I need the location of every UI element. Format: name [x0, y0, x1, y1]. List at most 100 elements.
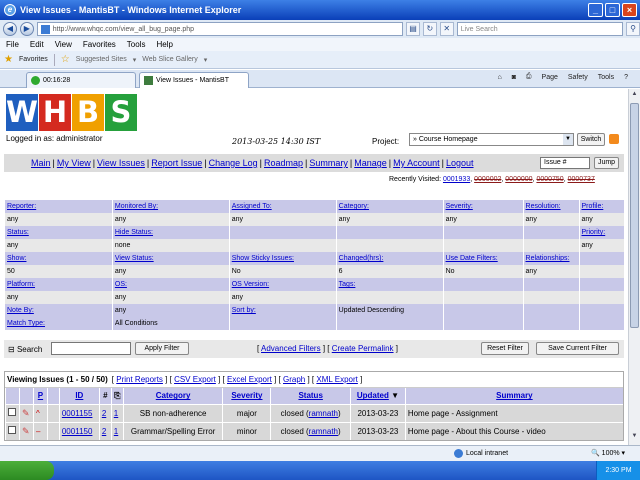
filter-note-by[interactable]: Note By: — [7, 307, 34, 314]
menu-file[interactable]: File — [6, 40, 19, 49]
filter-match-type[interactable]: Match Type: — [7, 320, 45, 327]
row-checkbox[interactable] — [8, 426, 16, 435]
whbs-logo[interactable]: W H B S — [6, 94, 138, 131]
issue-notes-count[interactable]: 2 — [102, 427, 106, 436]
menu-manage[interactable]: Manage — [354, 158, 387, 168]
security-zone[interactable]: Local intranet — [454, 449, 508, 458]
filter-sort-by[interactable]: Sort by: — [232, 307, 256, 314]
filter-os[interactable]: OS: — [115, 281, 127, 288]
col-status[interactable]: Status — [298, 391, 322, 400]
csv-export-link[interactable]: CSV Export — [174, 375, 216, 384]
menu-tools[interactable]: Tools — [127, 40, 146, 49]
issue-number-input[interactable]: Issue # — [540, 157, 590, 169]
add-favorite-icon[interactable]: ☆ — [61, 54, 70, 65]
menu-my-account[interactable]: My Account — [393, 158, 440, 168]
menu-logout[interactable]: Logout — [446, 158, 474, 168]
dropdown-icon[interactable]: ▾ — [204, 56, 208, 64]
system-tray-clock[interactable]: 2:30 PM — [596, 461, 640, 480]
recent-issue-link[interactable]: 0001933 — [443, 176, 470, 183]
print-reports-link[interactable]: Print Reports — [116, 375, 163, 384]
favorites-star-icon[interactable]: ★ — [4, 54, 13, 65]
reset-filter-button[interactable]: Reset Filter — [481, 342, 529, 355]
filter-platform[interactable]: Platform: — [7, 281, 35, 288]
scroll-up-icon[interactable]: ▲ — [630, 91, 639, 101]
filter-reporter[interactable]: Reporter: — [7, 203, 36, 210]
issue-id-link[interactable]: 0001150 — [62, 427, 93, 436]
menu-main[interactable]: Main — [31, 158, 51, 168]
col-updated[interactable]: Updated — [357, 391, 389, 400]
col-id[interactable]: ID — [75, 391, 83, 400]
page-scrollbar[interactable]: ▲ ▼ — [628, 89, 640, 445]
stop-icon[interactable]: ✕ — [439, 22, 454, 36]
print-icon[interactable]: ⎙ — [526, 73, 532, 81]
refresh-icon[interactable]: ↻ — [422, 22, 437, 36]
filter-changed-hrs[interactable]: Changed(hrs): — [339, 255, 384, 262]
rss-icon[interactable] — [609, 134, 619, 144]
issue-notes-count[interactable]: 2 — [102, 409, 106, 418]
issue-handler-link[interactable]: ramnath — [309, 409, 338, 418]
filter-resolution[interactable]: Resolution: — [526, 203, 561, 210]
advanced-filters-link[interactable]: Advanced Filters — [261, 344, 321, 353]
start-button[interactable] — [0, 461, 54, 480]
live-search-input[interactable]: Live Search — [456, 22, 624, 36]
search-icon[interactable]: ⚲ — [626, 22, 640, 36]
favorites-button[interactable]: Favorites — [19, 56, 48, 63]
menu-edit[interactable]: Edit — [30, 40, 44, 49]
edit-icon[interactable]: ✎ — [22, 408, 30, 418]
web-slice-gallery-link[interactable]: Web Slice Gallery — [142, 56, 198, 63]
col-severity[interactable]: Severity — [231, 391, 262, 400]
back-button[interactable]: ◀ — [3, 22, 17, 36]
close-button[interactable]: × — [622, 3, 637, 17]
recent-issue-link[interactable]: 0000000 — [505, 176, 532, 183]
filter-os-version[interactable]: OS Version: — [232, 281, 269, 288]
recent-issue-link[interactable]: 0000002 — [474, 176, 501, 183]
menu-summary[interactable]: Summary — [309, 158, 348, 168]
filter-hide-status[interactable]: Hide Status: — [115, 229, 153, 236]
filter-relationships[interactable]: Relationships: — [526, 255, 570, 262]
forward-button[interactable]: ▶ — [19, 22, 34, 36]
filter-show[interactable]: Show: — [7, 255, 26, 262]
tools-menu[interactable]: Tools — [598, 74, 614, 81]
switch-button[interactable]: Switch — [577, 133, 605, 146]
apply-filter-button[interactable]: Apply Filter — [135, 342, 189, 355]
safety-menu[interactable]: Safety — [568, 74, 588, 81]
menu-report-issue[interactable]: Report Issue — [151, 158, 202, 168]
jump-button[interactable]: Jump — [594, 157, 619, 169]
menu-roadmap[interactable]: Roadmap — [264, 158, 303, 168]
menu-change-log[interactable]: Change Log — [209, 158, 258, 168]
filter-show-sticky[interactable]: Show Sticky Issues: — [232, 255, 294, 262]
excel-export-link[interactable]: Excel Export — [227, 375, 272, 384]
recent-issue-link[interactable]: 0000737 — [568, 176, 595, 183]
page-menu[interactable]: Page — [542, 74, 558, 81]
help-icon[interactable]: ? — [624, 74, 628, 81]
address-bar[interactable]: http://www.whqc.com/view_all_bug_page.ph… — [36, 22, 404, 36]
menu-view-issues[interactable]: View Issues — [97, 158, 145, 168]
filter-priority[interactable]: Priority: — [582, 229, 606, 236]
minimize-button[interactable]: _ — [588, 3, 603, 17]
xml-export-link[interactable]: XML Export — [316, 375, 358, 384]
row-checkbox[interactable] — [8, 408, 16, 416]
scrollbar-thumb[interactable] — [630, 103, 639, 328]
suggested-sites-link[interactable]: Suggested Sites — [76, 56, 127, 63]
filter-use-date[interactable]: Use Date Filters: — [446, 255, 498, 262]
home-icon[interactable]: ⌂ — [497, 74, 501, 81]
issue-attach-count[interactable]: 1 — [114, 409, 118, 418]
save-current-filter-button[interactable]: Save Current Filter — [536, 342, 619, 355]
issue-attach-count[interactable]: 1 — [114, 427, 118, 436]
menu-my-view[interactable]: My View — [57, 158, 91, 168]
create-permalink-link[interactable]: Create Permalink — [332, 344, 394, 353]
zoom-control[interactable]: 🔍 100% ▾ — [591, 449, 625, 457]
filter-severity[interactable]: Severity: — [446, 203, 473, 210]
project-select[interactable]: » Course Homepage ▼ — [409, 133, 574, 146]
tab-view-issues[interactable]: View Issues - MantisBT — [139, 72, 249, 88]
edit-icon[interactable]: ✎ — [22, 426, 30, 436]
compatibility-icon[interactable]: ▤ — [406, 22, 420, 36]
menu-help[interactable]: Help — [156, 40, 172, 49]
issue-handler-link[interactable]: ramnath — [309, 427, 338, 436]
col-category[interactable]: Category — [156, 391, 191, 400]
filter-status[interactable]: Status: — [7, 229, 29, 236]
menu-favorites[interactable]: Favorites — [83, 40, 116, 49]
scroll-down-icon[interactable]: ▼ — [630, 433, 639, 443]
filter-category[interactable]: Category: — [339, 203, 369, 210]
filter-monitored-by[interactable]: Monitored By: — [115, 203, 158, 210]
